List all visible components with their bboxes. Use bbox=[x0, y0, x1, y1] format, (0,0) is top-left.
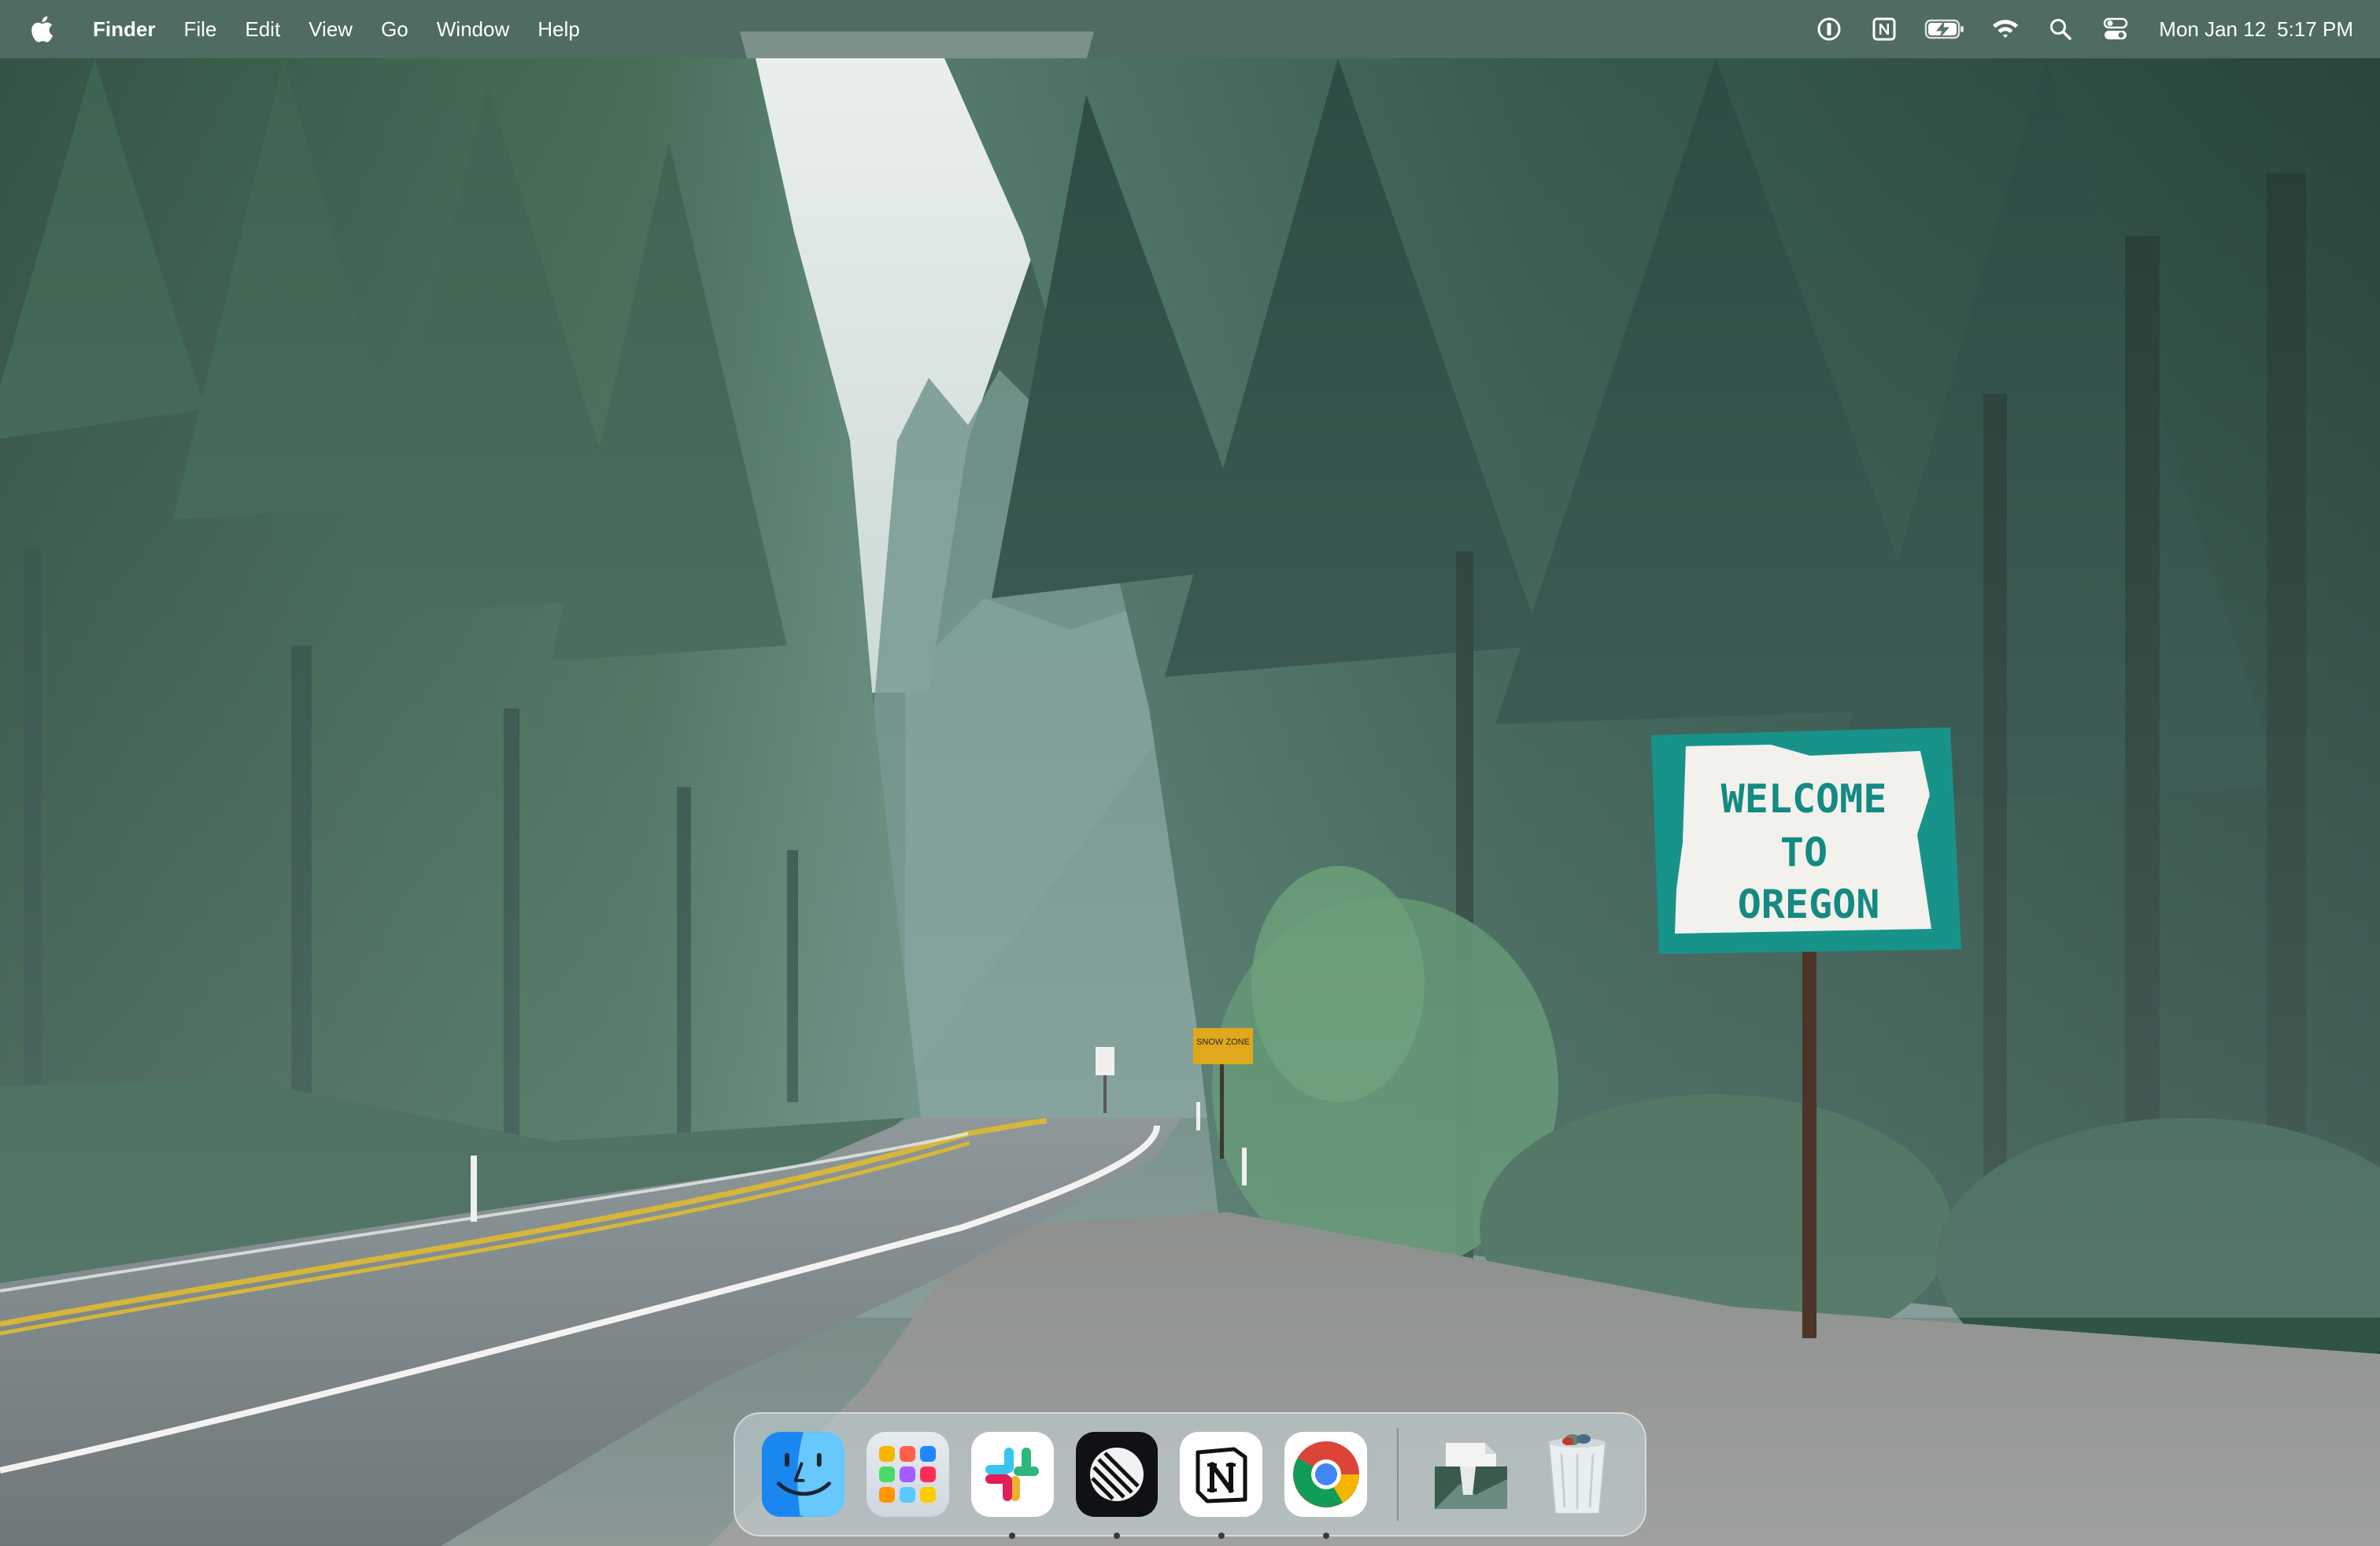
sign-line: WELCOME bbox=[1721, 776, 1887, 822]
desktop-wallpaper: SNOW ZONE WELCOME TO OREGON bbox=[0, 0, 2380, 1546]
image-file-icon[interactable] bbox=[1428, 1432, 1513, 1517]
chrome-icon[interactable] bbox=[1284, 1432, 1368, 1539]
sign-line: OREGON bbox=[1738, 882, 1880, 927]
running-indicator bbox=[1218, 1533, 1225, 1539]
menu-file[interactable]: File bbox=[169, 0, 231, 58]
clock-date: Mon Jan 12 bbox=[2159, 17, 2267, 41]
menu-help[interactable]: Help bbox=[523, 0, 593, 58]
snow-zone-sign-text: SNOW ZONE bbox=[1196, 1037, 1250, 1047]
menu-bar-clock[interactable]: Mon Jan 12 5:17 PM bbox=[2159, 17, 2353, 42]
menu-window[interactable]: Window bbox=[423, 0, 523, 58]
dock bbox=[734, 1412, 1646, 1539]
menu-bar: Finder File Edit View Go Window Help Mon… bbox=[0, 0, 2380, 58]
menu-go[interactable]: Go bbox=[367, 0, 423, 58]
running-indicator bbox=[1114, 1533, 1120, 1539]
sign-line: TO bbox=[1780, 830, 1828, 875]
notion-menubar-icon[interactable] bbox=[1868, 13, 1900, 45]
onepassword-icon[interactable] bbox=[1813, 13, 1845, 45]
dock-separator bbox=[1397, 1428, 1399, 1521]
menu-edit[interactable]: Edit bbox=[231, 0, 294, 58]
menu-view[interactable]: View bbox=[294, 0, 367, 58]
welcome-to-oregon-sign: WELCOME TO OREGON bbox=[1651, 727, 1961, 954]
menu-app-finder[interactable]: Finder bbox=[85, 0, 169, 58]
finder-icon[interactable] bbox=[762, 1432, 844, 1517]
menu-bar-right: Mon Jan 12 5:17 PM bbox=[1802, 0, 2380, 58]
wifi-icon[interactable] bbox=[1990, 13, 2021, 45]
linear-icon[interactable] bbox=[1075, 1432, 1159, 1539]
running-indicator bbox=[1322, 1533, 1329, 1539]
control-center-icon[interactable] bbox=[2100, 13, 2131, 45]
apple-menu-icon[interactable] bbox=[30, 15, 54, 43]
menu-bar-left: Finder File Edit View Go Window Help bbox=[0, 0, 594, 58]
launchpad-icon[interactable] bbox=[866, 1432, 949, 1517]
slack-icon[interactable] bbox=[970, 1432, 1054, 1539]
spotlight-search-icon[interactable] bbox=[2045, 13, 2076, 45]
battery-charging-icon[interactable] bbox=[1924, 13, 1966, 45]
clock-time: 5:17 PM bbox=[2277, 17, 2353, 41]
forest-road-scene: SNOW ZONE WELCOME TO OREGON bbox=[0, 31, 2380, 1546]
notion-icon[interactable] bbox=[1180, 1432, 1263, 1539]
trash-icon[interactable] bbox=[1536, 1432, 1618, 1517]
